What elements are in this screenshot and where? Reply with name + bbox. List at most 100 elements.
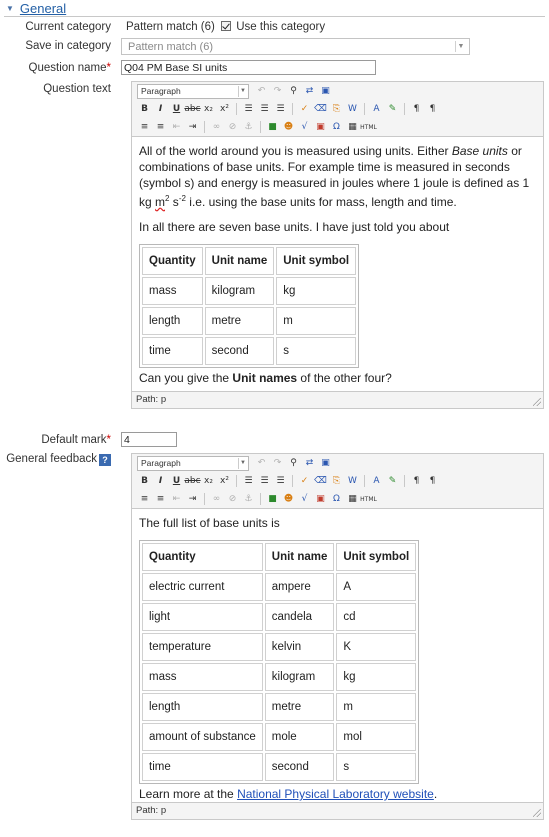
image-icon[interactable]: ■ (265, 492, 280, 506)
section-header-general[interactable]: ▼ General (6, 0, 66, 16)
table-cell: mass (142, 277, 203, 305)
emoticon-icon[interactable]: ☻ (281, 120, 296, 134)
chevron-down-icon[interactable]: ▼ (238, 85, 247, 97)
italic-icon[interactable]: I (153, 102, 168, 116)
table-icon[interactable]: ▦ (345, 120, 360, 134)
underline-icon[interactable]: U (169, 474, 184, 488)
link-icon[interactable]: ∞ (209, 120, 224, 134)
replace-icon[interactable]: ⇄ (302, 456, 317, 470)
align-right-icon[interactable]: ☰ (273, 102, 288, 116)
anchor-icon[interactable]: ⚓ (241, 492, 256, 506)
fullscreen-icon[interactable]: ▣ (318, 84, 333, 98)
format-select[interactable]: Paragraph ▼ (137, 455, 249, 471)
table-cell: kilogram (204, 277, 275, 305)
bullet-list-icon[interactable]: ≡ (137, 492, 152, 506)
redo-icon[interactable]: ↷ (270, 84, 285, 98)
ltr-icon[interactable]: ¶ (409, 102, 424, 116)
find-icon[interactable]: ⚲ (286, 84, 301, 98)
special-char-icon[interactable]: Ω (329, 492, 344, 506)
replace-icon[interactable]: ⇄ (302, 84, 317, 98)
unlink-icon[interactable]: ⊘ (225, 120, 240, 134)
eraser-icon[interactable]: ⌫ (313, 474, 328, 488)
resize-grip-icon[interactable] (533, 809, 541, 817)
italic-icon[interactable]: I (153, 474, 168, 488)
save-in-category-label: Save in category (25, 40, 111, 52)
align-right-icon[interactable]: ☰ (273, 474, 288, 488)
eraser-icon[interactable]: ⌫ (313, 102, 328, 116)
toolbar-separator (404, 475, 405, 487)
superscript-icon[interactable]: x² (217, 102, 232, 116)
toolbar-separator (364, 475, 365, 487)
default-mark-input[interactable] (121, 432, 177, 447)
align-left-icon[interactable]: ☰ (241, 474, 256, 488)
help-icon[interactable]: ? (99, 454, 111, 466)
use-this-category-checkbox[interactable] (221, 21, 232, 31)
npl-website-link[interactable]: National Physical Laboratory website (237, 787, 434, 801)
superscript-icon[interactable]: x² (217, 474, 232, 488)
unlink-icon[interactable]: ⊘ (225, 492, 240, 506)
media-icon[interactable]: ▣ (313, 492, 328, 506)
indent-icon[interactable]: ⇥ (185, 492, 200, 506)
resize-grip-icon[interactable] (533, 398, 541, 406)
align-center-icon[interactable]: ☰ (257, 474, 272, 488)
bold-icon[interactable]: B (137, 102, 152, 116)
equation-icon[interactable]: √ (297, 120, 312, 134)
question-text-content[interactable]: All of the world around you is measured … (132, 136, 543, 392)
toolbar-separator (204, 121, 205, 133)
fullscreen-icon[interactable]: ▣ (318, 456, 333, 470)
strikethrough-icon[interactable]: abc (184, 102, 200, 116)
find-icon[interactable]: ⚲ (286, 456, 301, 470)
text-color-icon[interactable]: A (369, 474, 384, 488)
undo-icon[interactable]: ↶ (254, 84, 269, 98)
subscript-icon[interactable]: x₂ (201, 474, 216, 488)
undo-icon[interactable]: ↶ (254, 456, 269, 470)
strikethrough-icon[interactable]: abc (184, 474, 200, 488)
table-icon[interactable]: ▦ (345, 492, 360, 506)
bold-icon[interactable]: B (137, 474, 152, 488)
text-color-icon[interactable]: A (369, 102, 384, 116)
question-name-input[interactable] (121, 60, 376, 75)
html-source-icon[interactable]: HTML (360, 492, 377, 506)
underline-icon[interactable]: U (169, 102, 184, 116)
emoticon-icon[interactable]: ☻ (281, 492, 296, 506)
background-color-icon[interactable]: ✎ (385, 474, 400, 488)
paste-text-icon[interactable]: ⎘ (329, 102, 344, 116)
special-char-icon[interactable]: Ω (329, 120, 344, 134)
numbered-list-icon[interactable]: ≡ (153, 492, 168, 506)
rtl-icon[interactable]: ¶ (425, 474, 440, 488)
table-row: amount of substance mole mol (142, 723, 417, 751)
bullet-list-icon[interactable]: ≡ (137, 120, 152, 134)
clean-up-icon[interactable]: ✓ (297, 102, 312, 116)
collapse-triangle-icon[interactable]: ▼ (6, 4, 14, 13)
background-color-icon[interactable]: ✎ (385, 102, 400, 116)
paste-text-icon[interactable]: ⎘ (329, 474, 344, 488)
anchor-icon[interactable]: ⚓ (241, 120, 256, 134)
subscript-icon[interactable]: x₂ (201, 102, 216, 116)
paste-word-icon[interactable]: W (345, 102, 360, 116)
general-feedback-content[interactable]: The full list of base units is Quantity … (132, 508, 543, 803)
outdent-icon[interactable]: ⇤ (169, 120, 184, 134)
section-title[interactable]: General (20, 1, 66, 16)
html-source-icon[interactable]: HTML (360, 120, 377, 134)
link-icon[interactable]: ∞ (209, 492, 224, 506)
align-left-icon[interactable]: ☰ (241, 102, 256, 116)
image-icon[interactable]: ■ (265, 120, 280, 134)
ltr-icon[interactable]: ¶ (409, 474, 424, 488)
indent-icon[interactable]: ⇥ (185, 120, 200, 134)
rtl-icon[interactable]: ¶ (425, 102, 440, 116)
format-select[interactable]: Paragraph ▼ (137, 83, 249, 99)
table-cell: amount of substance (142, 723, 263, 751)
equation-icon[interactable]: √ (297, 492, 312, 506)
general-feedback-editor: Paragraph ▼ ↶ ↷ ⚲ ⇄ ▣ B I U abc x₂ x² ☰ ☰… (131, 453, 544, 820)
table-cell: cd (336, 603, 417, 631)
chevron-down-icon[interactable]: ▼ (455, 41, 466, 52)
numbered-list-icon[interactable]: ≡ (153, 120, 168, 134)
align-center-icon[interactable]: ☰ (257, 102, 272, 116)
outdent-icon[interactable]: ⇤ (169, 492, 184, 506)
save-in-category-select[interactable]: Pattern match (6) ▼ (121, 38, 470, 55)
paste-word-icon[interactable]: W (345, 474, 360, 488)
chevron-down-icon[interactable]: ▼ (238, 457, 247, 469)
clean-up-icon[interactable]: ✓ (297, 474, 312, 488)
media-icon[interactable]: ▣ (313, 120, 328, 134)
redo-icon[interactable]: ↷ (270, 456, 285, 470)
